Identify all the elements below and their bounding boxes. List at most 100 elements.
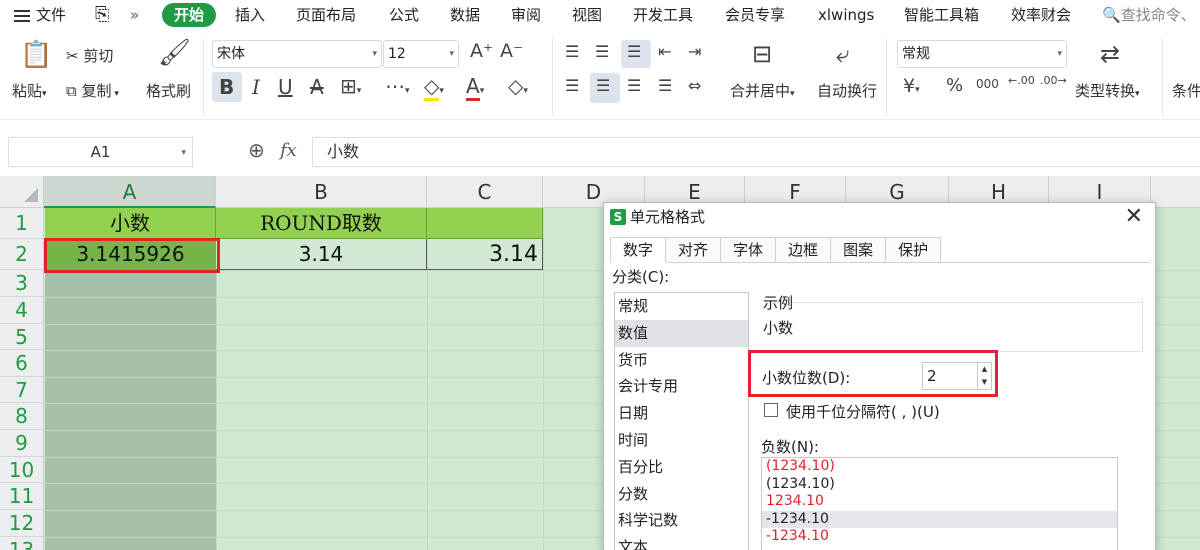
tab-font[interactable]: 字体 [720,237,777,263]
zoom-icon[interactable]: ⊕ [248,138,265,162]
row-header-3[interactable]: 3 [0,270,44,297]
negative-option[interactable]: (1234.10) [762,458,1117,476]
justify-icon[interactable]: ☰ [658,76,672,95]
strikethrough-icon[interactable]: A [310,75,324,99]
fx-icon[interactable]: fx [280,140,297,161]
cell-b1[interactable]: ROUND取数 [216,208,427,239]
category-currency[interactable]: 货币 [615,347,748,374]
negative-option[interactable]: (1234.10) [762,476,1117,494]
percent-icon[interactable]: % [946,75,963,96]
thousands-icon[interactable]: 000 [976,77,999,91]
align-bottom-icon[interactable]: ☰ [627,42,641,61]
tab-alignment[interactable]: 对齐 [665,237,722,263]
eraser-icon[interactable]: ◇▾ [508,74,528,98]
category-percentage[interactable]: 百分比 [615,454,748,481]
tab-protection[interactable]: 保护 [885,237,942,263]
row-header-11[interactable]: 11 [0,483,44,510]
cut-button[interactable]: ✂ 剪切 [66,45,113,66]
tab-pattern[interactable]: 图案 [830,237,887,263]
category-accounting[interactable]: 会计专用 [615,373,748,400]
number-format-select[interactable]: 常规 ▾ [897,40,1067,68]
tab-data[interactable]: 数据 [450,4,480,26]
distribute-icon[interactable]: ⇔ [688,76,701,95]
row-header-7[interactable]: 7 [0,377,44,403]
tab-smart-toolbox[interactable]: 智能工具箱 [904,4,979,26]
row-header-10[interactable]: 10 [0,457,44,483]
column-header-a[interactable]: A [44,176,216,208]
tab-efficiency[interactable]: 效率财会 [1011,4,1071,26]
tab-page-layout[interactable]: 页面布局 [296,4,356,26]
negative-option-selected[interactable]: -1234.10 [762,510,1117,528]
close-icon[interactable]: ✕ [1125,204,1143,229]
font-color-icon[interactable]: A▾ [466,74,484,101]
decrease-decimal-icon[interactable]: .00→ [1040,75,1067,86]
row-header-6[interactable]: 6 [0,350,44,377]
paste-button[interactable]: 粘贴▾ [12,80,47,101]
align-left-icon[interactable]: ☰ [565,76,579,95]
currency-icon[interactable]: ¥▾ [903,75,920,97]
column-header-extra[interactable] [1151,176,1200,208]
cell-b2[interactable]: 3.14 [216,239,427,270]
font-shrink-icon[interactable]: A⁻ [500,40,523,62]
category-list[interactable]: 常规 数值 货币 会计专用 日期 时间 百分比 分数 科学记数 文本 [614,292,749,550]
font-grow-icon[interactable]: A⁺ [470,40,493,62]
name-box[interactable]: A1 ▾ [8,137,193,167]
indent-increase-icon[interactable]: ⇥ [688,42,701,61]
search-box[interactable]: 🔍查找命令、 [1102,4,1196,25]
select-all-corner[interactable] [0,176,44,208]
column-header-b[interactable]: B [216,176,427,208]
conditional-format-button[interactable]: 条件 [1172,80,1200,101]
formula-input[interactable]: 小数 [312,137,1200,167]
convert-icon[interactable]: ⇄ [1100,40,1120,68]
file-menu[interactable]: 文件 [14,4,66,26]
category-general[interactable]: 常规 [615,293,748,320]
category-scientific[interactable]: 科学记数 [615,507,748,534]
column-header-c[interactable]: C [427,176,543,208]
category-text[interactable]: 文本 [615,534,748,550]
cell-c1[interactable] [427,208,543,239]
save-icon[interactable]: ⎘ [95,4,109,26]
italic-icon[interactable]: I [252,75,260,99]
tab-insert[interactable]: 插入 [235,4,265,26]
tab-xlwings[interactable]: xlwings [818,4,874,26]
row-header-9[interactable]: 9 [0,430,44,457]
row-header-2[interactable]: 2 [0,239,44,270]
more-border-icon[interactable]: ⋯▾ [385,74,410,98]
wrap-text-button[interactable]: 自动换行 [817,80,877,101]
font-size-select[interactable]: 12 ▾ [383,40,459,68]
tab-number[interactable]: 数字 [610,237,667,263]
font-name-select[interactable]: 宋体 ▾ [212,40,382,68]
row-header-13[interactable]: 13 [0,537,44,550]
row-header-8[interactable]: 8 [0,403,44,430]
negative-option[interactable]: -1234.10 [762,528,1117,546]
align-center-icon[interactable]: ☰ [596,76,610,95]
wrap-icon[interactable]: ⤶ [836,40,849,68]
border-icon[interactable]: ⊞▾ [340,74,361,98]
indent-decrease-icon[interactable]: ⇤ [658,42,671,61]
negative-option[interactable]: 1234.10 [762,493,1117,511]
thousands-separator-checkbox[interactable] [764,403,778,417]
underline-icon[interactable]: U [278,75,293,99]
cell-c2[interactable]: 3.14 [427,239,543,270]
row-header-5[interactable]: 5 [0,324,44,350]
cell-a1[interactable]: 小数 [45,208,216,239]
row-header-1[interactable]: 1 [0,208,44,239]
category-number[interactable]: 数值 [615,319,748,347]
tab-home[interactable]: 开始 [162,3,217,27]
row-header-12[interactable]: 12 [0,510,44,537]
tab-formulas[interactable]: 公式 [389,4,419,26]
bold-icon[interactable]: B [219,75,234,99]
paste-icon[interactable]: 📋 [20,40,52,70]
brush-icon[interactable]: 🖌 [158,38,191,68]
tab-border[interactable]: 边框 [775,237,832,263]
dialog-title-bar[interactable]: S 单元格格式 [604,203,1155,231]
increase-decimal-icon[interactable]: ←.00 [1008,75,1035,86]
row-header-4[interactable]: 4 [0,297,44,324]
tab-member[interactable]: 会员专享 [725,4,785,26]
fill-color-icon[interactable]: ◇▾ [424,74,444,101]
category-fraction[interactable]: 分数 [615,481,748,508]
type-convert-button[interactable]: 类型转换▾ [1075,80,1140,101]
category-date[interactable]: 日期 [615,400,748,427]
more-icon[interactable]: » [130,4,139,26]
align-right-icon[interactable]: ☰ [627,76,641,95]
